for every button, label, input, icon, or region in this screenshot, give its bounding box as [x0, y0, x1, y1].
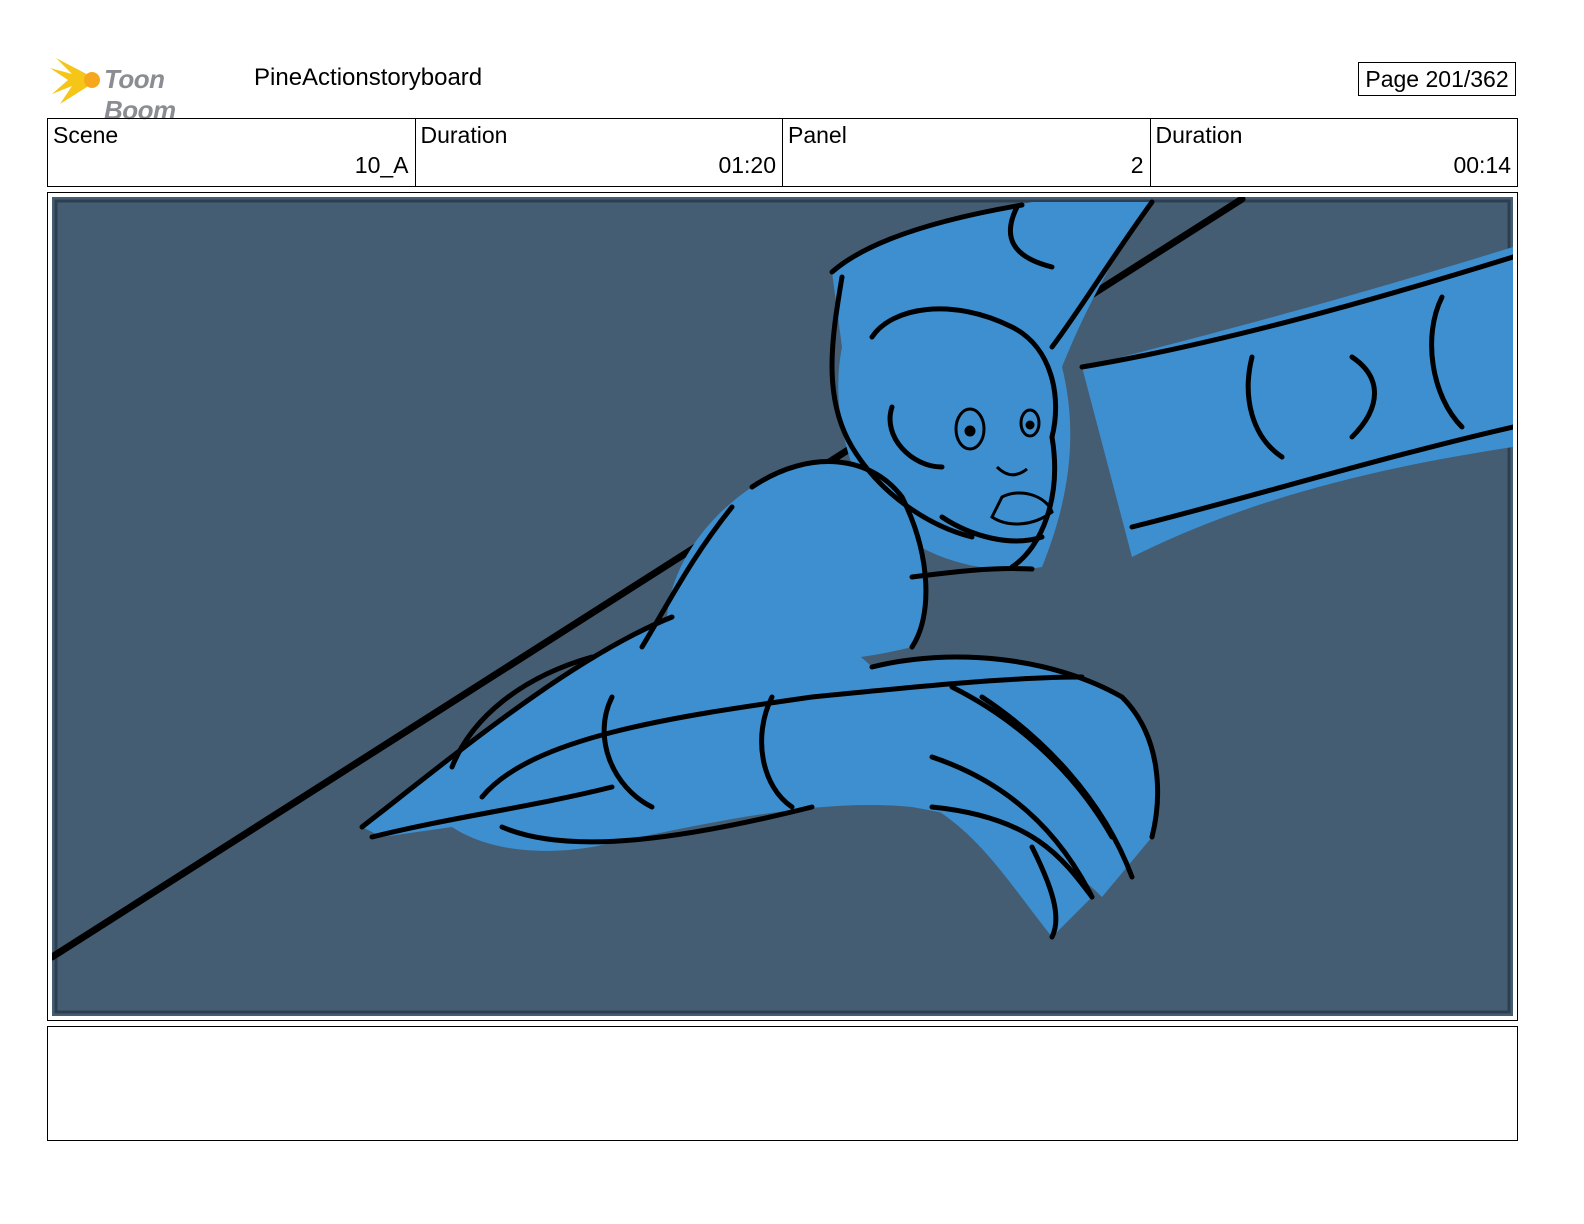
panel-notes — [47, 1026, 1518, 1141]
scene-value: 10_A — [354, 152, 409, 178]
panel-duration-label: Duration — [1155, 122, 1243, 148]
character-sketch — [52, 197, 1513, 1014]
project-title: PineActionstoryboard — [254, 64, 483, 91]
page-number: Page 201/362 — [1358, 62, 1516, 96]
panel-duration-value: 00:14 — [1453, 152, 1511, 178]
panel-duration-cell: Duration 00:14 — [1151, 119, 1518, 186]
scene-label: Scene — [53, 122, 119, 148]
scene-duration-value: 01:20 — [718, 152, 776, 178]
scene-duration-label: Duration — [420, 122, 508, 148]
logo-text: Toon Boom — [104, 64, 176, 125]
starburst-icon — [50, 58, 100, 104]
storyboard-panel — [47, 192, 1518, 1021]
toon-boom-logo: Toon Boom — [50, 54, 240, 125]
scene-info-table: Scene 10_A Duration 01:20 Panel 2 Durati… — [47, 118, 1518, 187]
panel-drawing — [52, 197, 1513, 1016]
scene-duration-cell: Duration 01:20 — [416, 119, 783, 186]
panel-value: 2 — [1130, 152, 1144, 178]
panel-cell: Panel 2 — [783, 119, 1151, 186]
panel-label: Panel — [788, 122, 847, 148]
scene-cell: Scene 10_A — [48, 119, 416, 186]
